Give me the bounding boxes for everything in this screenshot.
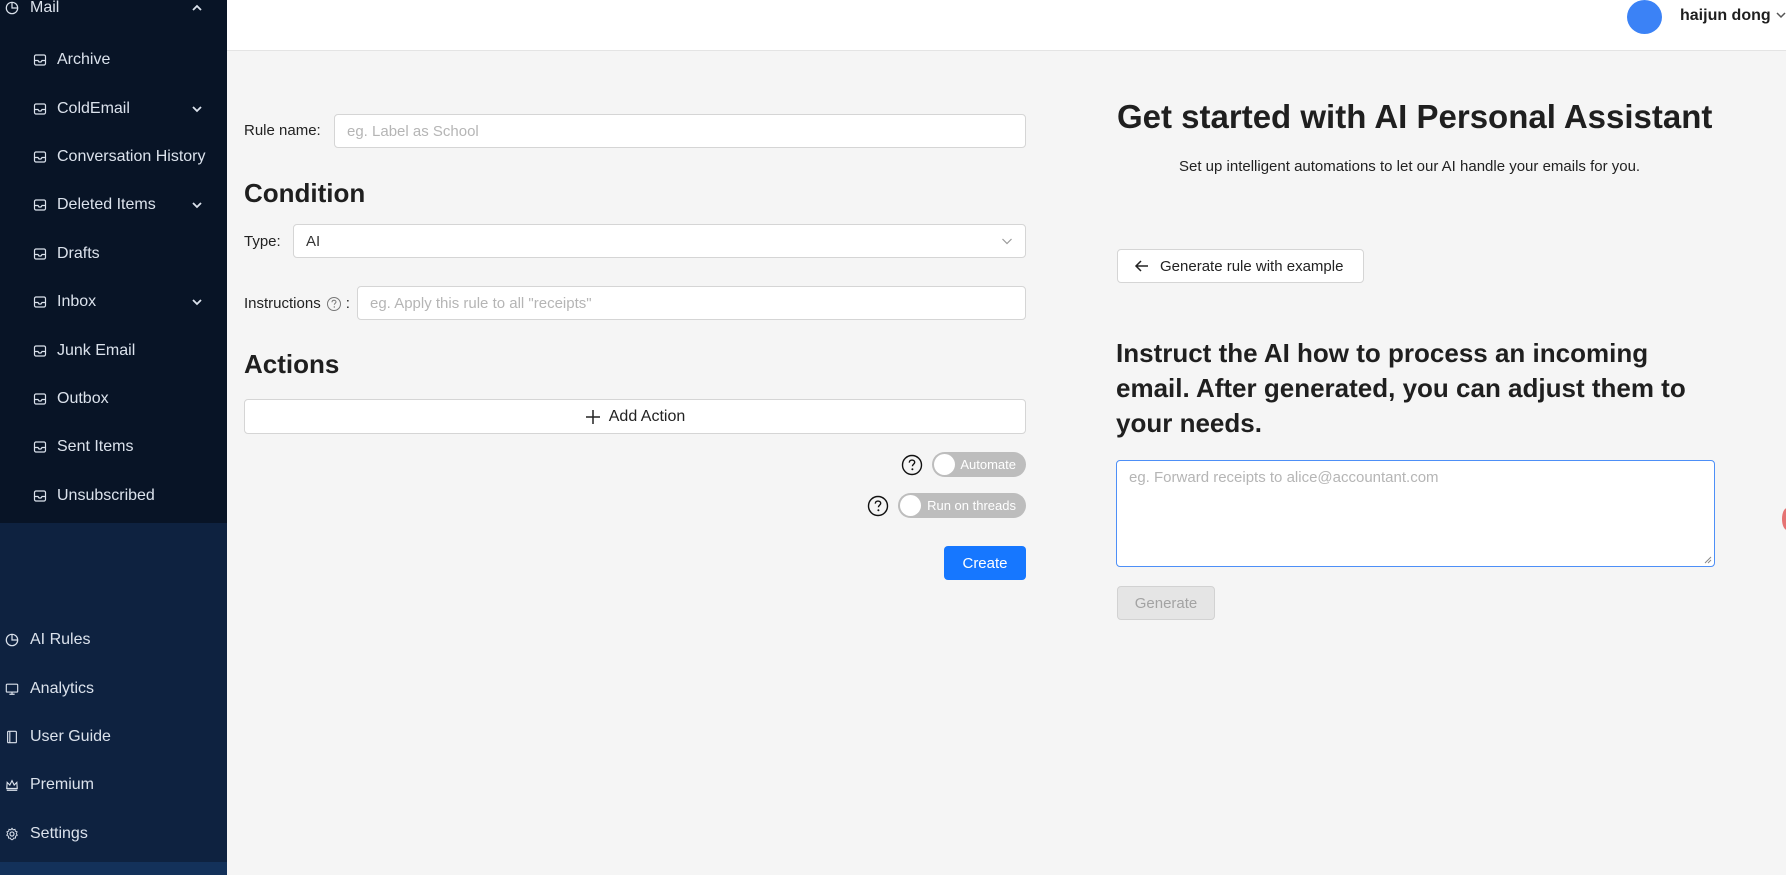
sidebar-item-label: Sent Items — [57, 438, 134, 455]
generate-button[interactable]: Generate — [1117, 586, 1215, 620]
rule-name-field[interactable] — [334, 114, 1026, 148]
user-name[interactable]: haijun dong — [1680, 7, 1771, 25]
condition-heading: Condition — [244, 178, 366, 208]
sidebar-item-premium[interactable]: Premium — [0, 765, 227, 805]
type-select-value: AI — [306, 232, 321, 250]
sidebar-item-sent-items[interactable]: Sent Items — [0, 427, 227, 467]
resize-grip-icon[interactable] — [1704, 556, 1712, 564]
question-circle-icon[interactable] — [901, 454, 923, 476]
add-action-label: Add Action — [608, 407, 686, 425]
sidebar-item-label: Unsubscribed — [57, 487, 155, 504]
sidebar-item-label: Inbox — [57, 293, 97, 310]
inbox-icon — [33, 345, 47, 357]
sidebar-item-coldemail[interactable]: ColdEmail — [0, 89, 227, 129]
question-circle-icon[interactable] — [326, 296, 342, 312]
sidebar-item-label: Archive — [57, 51, 111, 68]
sidebar-item-label: Junk Email — [57, 342, 136, 359]
automate-toggle[interactable]: Automate — [932, 452, 1026, 477]
toggle-knob — [934, 454, 955, 475]
inbox-icon — [33, 296, 47, 308]
chevron-down-icon — [1002, 238, 1012, 245]
inbox-icon — [33, 151, 47, 163]
instruct-heading: Instruct the AI how to process an incomi… — [1116, 338, 1686, 438]
plus-icon — [585, 409, 600, 424]
sidebar-item-mail[interactable]: Mail — [0, 0, 227, 28]
floating-widget-edge[interactable] — [1782, 508, 1786, 530]
chevron-down-icon[interactable] — [190, 102, 204, 116]
sidebar-item-user-guide[interactable]: User Guide — [0, 717, 227, 757]
chevron-up-icon[interactable] — [190, 1, 204, 15]
sidebar-item-analytics[interactable]: Analytics — [0, 669, 227, 709]
chevron-down-icon[interactable] — [190, 295, 204, 309]
chevron-down-icon[interactable] — [190, 198, 204, 212]
create-button[interactable]: Create — [944, 546, 1026, 580]
sidebar-item-junk-email[interactable]: Junk Email — [0, 331, 227, 371]
mail-section: Mail Archive ColdEmail Conversation Hist… — [0, 0, 227, 523]
sidebar-item-outbox[interactable]: Outbox — [0, 379, 227, 419]
prompt-textarea-wrapper[interactable] — [1116, 460, 1715, 567]
sidebar-footer-strip — [0, 862, 227, 875]
actions-heading: Actions — [244, 349, 340, 379]
sidebar-item-label: Conversation History — [57, 148, 206, 165]
book-icon — [7, 730, 17, 744]
avatar[interactable] — [1627, 0, 1662, 34]
inbox-icon — [33, 248, 47, 260]
sidebar-item-label: Analytics — [30, 680, 95, 697]
generate-example-label: Generate rule with example — [1160, 257, 1344, 275]
rule-name-input[interactable] — [347, 122, 1013, 140]
run-on-threads-label: Run on threads — [927, 498, 1016, 513]
inbox-icon — [33, 54, 47, 66]
assistant-subtitle: Set up intelligent automations to let ou… — [1179, 158, 1641, 175]
rule-name-label: Rule name: — [244, 122, 321, 139]
sidebar-item-label: Premium — [30, 776, 95, 793]
prompt-textarea[interactable] — [1117, 461, 1714, 566]
sidebar-item-deleted-items[interactable]: Deleted Items — [0, 185, 227, 225]
crown-icon — [6, 779, 18, 791]
top-header — [227, 0, 1786, 51]
sidebar-item-label: Mail — [30, 0, 60, 16]
gear-icon — [6, 827, 18, 841]
inbox-icon — [33, 490, 47, 502]
automate-label: Automate — [960, 457, 1016, 472]
instructions-label: Instructions : — [244, 295, 350, 312]
sidebar-item-unsubscribed[interactable]: Unsubscribed — [0, 476, 227, 516]
instructions-input[interactable] — [370, 294, 1013, 312]
type-select[interactable]: AI — [293, 224, 1026, 258]
sidebar-item-label: Drafts — [57, 245, 100, 262]
type-label: Type: — [244, 233, 281, 250]
sidebar-item-label: Deleted Items — [57, 196, 156, 213]
sidebar-item-label: Settings — [30, 825, 88, 842]
chevron-down-icon[interactable] — [1775, 8, 1786, 22]
sidebar-item-ai-rules[interactable]: AI Rules — [0, 620, 227, 660]
sidebar-item-settings[interactable]: Settings — [0, 814, 227, 854]
generate-rule-with-example-button[interactable]: Generate rule with example — [1117, 249, 1364, 283]
sidebar-item-label: Outbox — [57, 390, 109, 407]
instructions-field[interactable] — [357, 286, 1026, 320]
monitor-icon — [5, 683, 19, 695]
sidebar-item-archive[interactable]: Archive — [0, 40, 227, 80]
add-action-button[interactable]: Add Action — [244, 399, 1026, 434]
arrow-left-icon — [1134, 260, 1148, 272]
sidebar-item-drafts[interactable]: Drafts — [0, 234, 227, 274]
assistant-title: Get started with AI Personal Assistant — [1117, 98, 1713, 135]
sidebar-item-label: User Guide — [30, 728, 111, 745]
sidebar-item-conversation-history[interactable]: Conversation History — [0, 137, 227, 177]
inbox-icon — [33, 103, 47, 115]
chart-pie-icon — [5, 633, 19, 647]
toggle-knob — [900, 495, 921, 516]
sidebar: Mail Archive ColdEmail Conversation Hist… — [0, 0, 227, 875]
chart-pie-icon — [5, 1, 19, 15]
inbox-icon — [33, 441, 47, 453]
sidebar-item-inbox[interactable]: Inbox — [0, 282, 227, 322]
sidebar-item-label: ColdEmail — [57, 100, 130, 117]
run-on-threads-toggle[interactable]: Run on threads — [898, 493, 1026, 518]
sidebar-item-label: AI Rules — [30, 631, 91, 648]
inbox-icon — [33, 393, 47, 405]
question-circle-icon[interactable] — [867, 495, 889, 517]
inbox-icon — [33, 199, 47, 211]
